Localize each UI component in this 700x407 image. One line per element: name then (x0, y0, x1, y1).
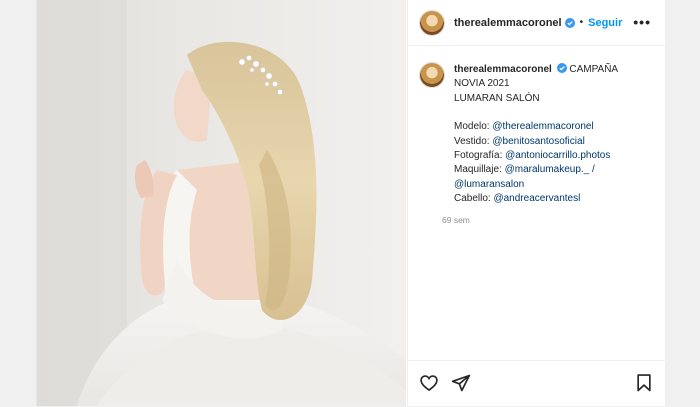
verified-badge-icon (564, 17, 575, 28)
post-timestamp[interactable]: 69 sem (442, 215, 665, 225)
credit-handle-link[interactable]: @benitosantosoficial (492, 136, 584, 147)
bookmark-icon[interactable] (634, 373, 654, 393)
credit-line: Maquillaje: @maralumakeup._ / (454, 163, 653, 177)
caption-line: LUMARAN SALÓN (454, 92, 540, 104)
credit-line: Cabello: @andreacervantesl (454, 192, 653, 206)
header-separator: • (579, 17, 584, 28)
credit-label: Maquillaje: (454, 164, 505, 176)
action-bar (408, 360, 665, 407)
post-photo[interactable] (37, 0, 406, 406)
credit-handle-link[interactable]: @therealemmacoronel (492, 121, 593, 132)
credit-label: Cabello: (454, 193, 494, 205)
post-caption: therealemmacoronel CAMPAÑA NOVIA 2021 LU… (408, 46, 665, 207)
credit-handle-link[interactable]: @lumaransalon (454, 179, 524, 190)
credit-line: @lumaransalon (454, 178, 653, 192)
post-header: therealemmacoronel • Seguir ••• (408, 0, 665, 46)
caption-avatar[interactable] (420, 63, 444, 87)
post-side-panel: therealemmacoronel • Seguir ••• thereale… (407, 0, 665, 406)
credit-line: Vestido: @benitosantosoficial (454, 135, 653, 149)
credit-handle-link[interactable]: @andreacervantesl (493, 193, 580, 204)
credit-handle-link[interactable]: @antoniocarrillo.photos (505, 150, 610, 161)
credit-line: Modelo: @therealemmacoronel (454, 120, 653, 134)
credit-label: Modelo: (454, 121, 493, 133)
caption-username[interactable]: therealemmacoronel (454, 64, 552, 75)
caption-line: NOVIA 2021 (454, 78, 510, 90)
avatar[interactable] (420, 10, 444, 35)
header-username[interactable]: therealemmacoronel (454, 17, 562, 29)
credit-line: Fotografía: @antoniocarrillo.photos (454, 149, 653, 163)
credit-handle-link[interactable]: @maralumakeup._ / (505, 164, 595, 175)
instagram-post: therealemmacoronel • Seguir ••• thereale… (36, 0, 665, 406)
heart-icon[interactable] (419, 373, 439, 393)
caption-text: therealemmacoronel CAMPAÑA NOVIA 2021 LU… (454, 63, 653, 207)
bride-photo-illustration (37, 0, 406, 406)
paper-plane-icon[interactable] (451, 373, 471, 393)
follow-button[interactable]: Seguir (588, 17, 622, 29)
verified-badge-icon (556, 63, 567, 73)
more-options-icon[interactable]: ••• (633, 14, 651, 30)
caption-line: CAMPAÑA (569, 64, 619, 75)
credit-label: Vestido: (454, 135, 493, 147)
credit-label: Fotografía: (454, 150, 506, 162)
